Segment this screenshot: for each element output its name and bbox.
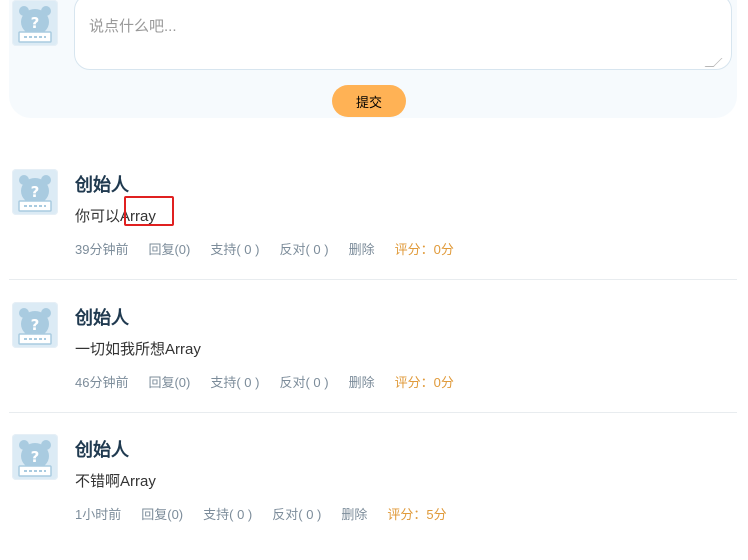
comment-divider	[9, 279, 737, 280]
commenter-avatar: ?	[12, 169, 58, 215]
reply-link[interactable]: 回复(0)	[148, 372, 190, 391]
comment-time: 39分钟前	[75, 242, 129, 257]
oppose-link[interactable]: 反对( 0 )	[279, 372, 328, 391]
comment-divider	[9, 412, 737, 413]
question-bear-icon: ?	[18, 440, 52, 477]
comment-actions: 1小时前 回复(0) 支持( 0 ) 反对( 0 ) 删除 评分：5分	[75, 504, 447, 523]
comment-section: ? 提交 ? 创始人 你可以Array 39分钟前 回复(0) 支持( 0	[0, 0, 748, 560]
comment-author: 创始人	[75, 308, 129, 328]
user-avatar: ?	[12, 0, 58, 46]
comment-score: 评分：0分	[394, 375, 454, 390]
reply-link[interactable]: 回复(0)	[148, 239, 190, 258]
delete-link[interactable]: 删除	[341, 504, 367, 523]
comment-input[interactable]	[74, 0, 732, 70]
comment-item: ? 创始人 不错啊Array 1小时前 回复(0) 支持( 0 ) 反对( 0 …	[0, 434, 748, 544]
comment-text: 一切如我所想Array	[75, 341, 201, 358]
delete-link[interactable]: 删除	[349, 239, 375, 258]
support-link[interactable]: 支持( 0 )	[203, 504, 252, 523]
comment-time: 1小时前	[75, 507, 122, 522]
comment-text: 不错啊Array	[75, 473, 156, 490]
comment-author: 创始人	[75, 440, 129, 460]
svg-text:?: ?	[31, 183, 40, 201]
svg-text:?: ?	[31, 14, 40, 32]
delete-link[interactable]: 删除	[349, 372, 375, 391]
commenter-avatar: ?	[12, 434, 58, 480]
svg-text:?: ?	[31, 448, 40, 466]
submit-button[interactable]: 提交	[332, 85, 406, 117]
commenter-avatar: ?	[12, 302, 58, 348]
comment-text: 你可以Array	[75, 208, 156, 225]
question-bear-icon: ?	[18, 175, 52, 212]
question-bear-icon: ?	[18, 308, 52, 345]
comment-actions: 39分钟前 回复(0) 支持( 0 ) 反对( 0 ) 删除 评分：0分	[75, 239, 454, 258]
oppose-link[interactable]: 反对( 0 )	[272, 504, 321, 523]
comment-score: 评分：0分	[394, 242, 454, 257]
support-link[interactable]: 支持( 0 )	[210, 239, 259, 258]
comment-item: ? 创始人 一切如我所想Array 46分钟前 回复(0) 支持( 0 ) 反对…	[0, 302, 748, 412]
comment-composer: ? 提交	[9, 0, 737, 118]
comment-actions: 46分钟前 回复(0) 支持( 0 ) 反对( 0 ) 删除 评分：0分	[75, 372, 454, 391]
comment-score: 评分：5分	[387, 507, 447, 522]
reply-link[interactable]: 回复(0)	[141, 504, 183, 523]
comment-time: 46分钟前	[75, 375, 129, 390]
question-bear-icon: ?	[18, 6, 52, 43]
comment-author: 创始人	[75, 175, 129, 195]
oppose-link[interactable]: 反对( 0 )	[279, 239, 328, 258]
support-link[interactable]: 支持( 0 )	[210, 372, 259, 391]
svg-text:?: ?	[31, 316, 40, 334]
comment-item: ? 创始人 你可以Array 39分钟前 回复(0) 支持( 0 ) 反对( 0…	[0, 169, 748, 279]
